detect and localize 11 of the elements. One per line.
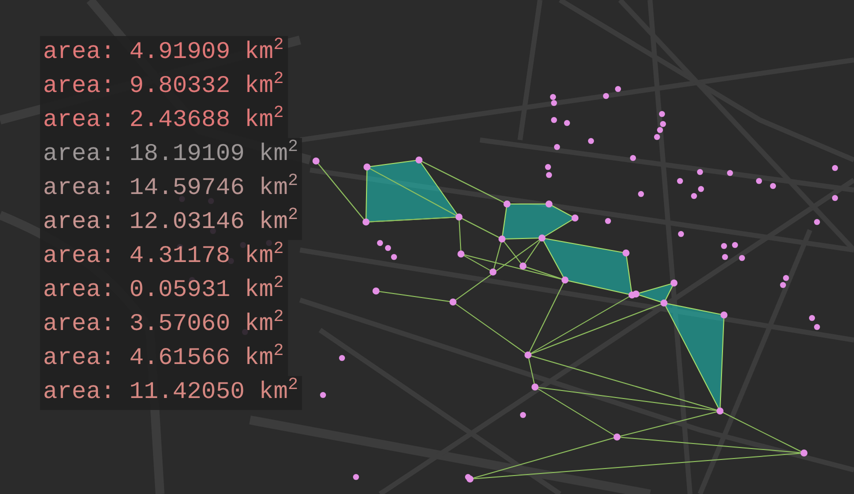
area-label: area: 9.80332 km$^{2}$ [40,70,288,104]
area-label: area: 18.19109 km$^{2}$ [40,138,302,172]
area-label: area: 12.03146 km$^{2}$ [40,206,302,240]
area-label: area: 3.57060 km$^{2}$ [40,308,288,342]
area-label: area: 4.91909 km$^{2}$ [40,36,288,70]
area-label: area: 2.43688 km$^{2}$ [40,104,288,138]
area-label: area: 11.42050 km$^{2}$ [40,376,302,410]
area-label: area: 4.61566 km$^{2}$ [40,342,288,376]
area-label: area: 0.05931 km$^{2}$ [40,274,288,308]
area-label: area: 14.59746 km$^{2}$ [40,172,302,206]
area-label: area: 4.31178 km$^{2}$ [40,240,288,274]
